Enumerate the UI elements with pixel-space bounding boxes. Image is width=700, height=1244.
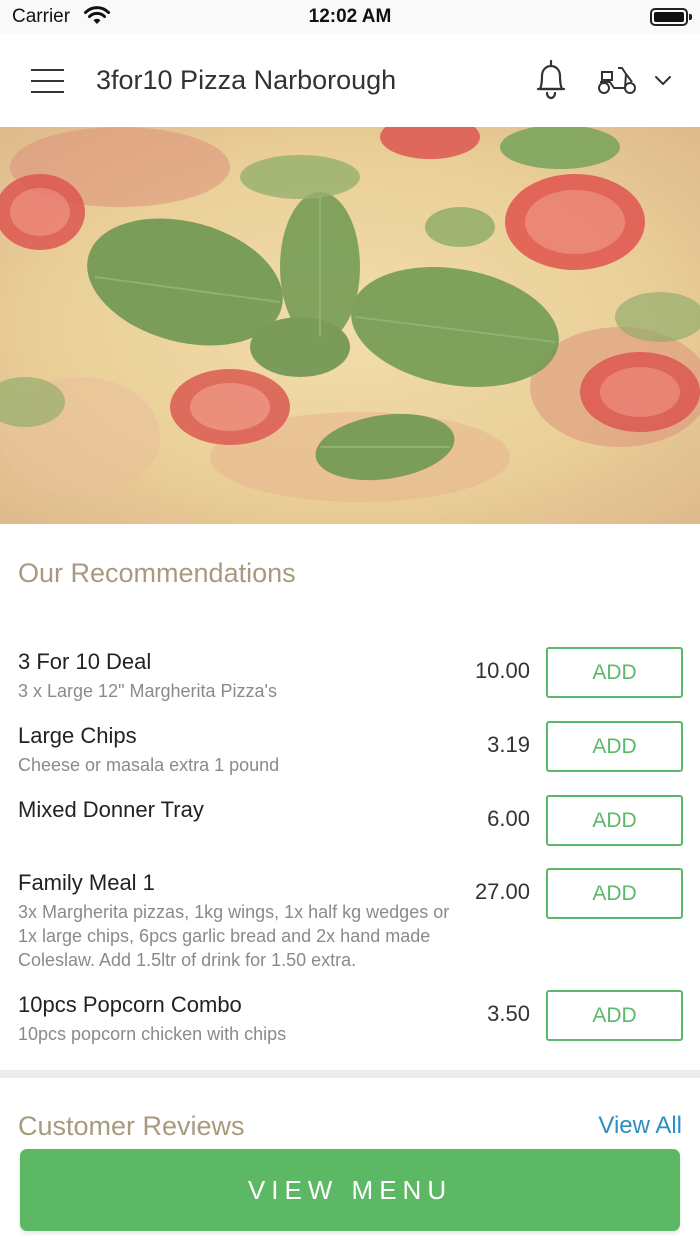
item-name: Family Meal 1 xyxy=(18,870,155,895)
scooter-icon[interactable] xyxy=(596,64,638,101)
menu-icon[interactable] xyxy=(31,69,64,93)
status-time: 12:02 AM xyxy=(308,6,392,27)
item-name: 3 For 10 Deal xyxy=(18,649,152,674)
item-description: 10pcs popcorn chicken with chips xyxy=(18,1024,287,1044)
item-description: 3 x Large 12" Margherita Pizza's xyxy=(18,681,277,701)
item-description: Cheese or masala extra 1 pound xyxy=(18,755,280,775)
add-button[interactable]: ADD xyxy=(546,721,683,772)
recommendations-title: Our Recommendations xyxy=(18,558,296,588)
view-menu-button[interactable]: VIEW MENU xyxy=(20,1149,680,1231)
page-title: 3for10 Pizza Narborough xyxy=(96,65,397,95)
battery-icon xyxy=(650,8,692,26)
item-name: Mixed Donner Tray xyxy=(18,797,204,822)
add-button[interactable]: ADD xyxy=(546,868,683,919)
add-button[interactable]: ADD xyxy=(546,795,683,846)
add-button[interactable]: ADD xyxy=(546,990,683,1041)
item-price: 3.50 xyxy=(487,1001,530,1026)
item-price: 27.00 xyxy=(474,879,530,904)
add-button[interactable]: ADD xyxy=(546,647,683,698)
section-divider xyxy=(0,1070,700,1078)
view-all-link[interactable]: View All xyxy=(598,1112,682,1140)
status-bar: Carrier 12:02 AM xyxy=(0,0,700,34)
reviews-title: Customer Reviews xyxy=(18,1111,245,1141)
item-name: 10pcs Popcorn Combo xyxy=(18,992,242,1017)
app-header: 3for10 Pizza Narborough xyxy=(0,34,700,127)
hero-image xyxy=(0,127,700,524)
item-price: 3.19 xyxy=(487,732,530,757)
item-description: 3x Margherita pizzas, 1kg wings, 1x half… xyxy=(18,902,450,970)
bell-icon[interactable] xyxy=(532,58,570,107)
chevron-down-icon[interactable] xyxy=(654,74,672,92)
item-price: 10.00 xyxy=(474,658,530,683)
item-price: 6.00 xyxy=(487,806,530,831)
item-name: Large Chips xyxy=(18,723,137,748)
